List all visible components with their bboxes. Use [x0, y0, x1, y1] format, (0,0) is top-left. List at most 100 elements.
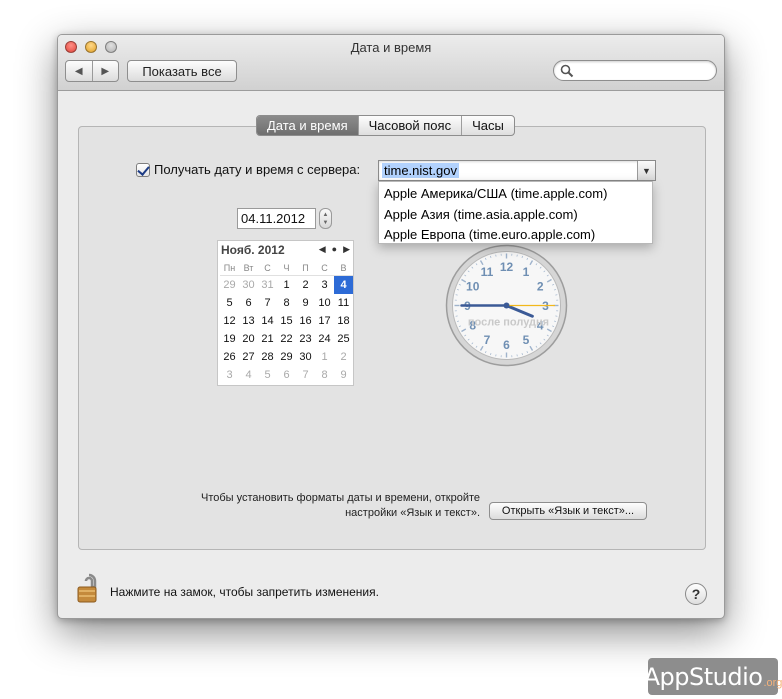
calendar-day[interactable]: 5: [258, 366, 277, 384]
clock-period-label: после полудня: [468, 317, 549, 329]
calendar-day[interactable]: 20: [239, 330, 258, 348]
open-language-text-button[interactable]: Открыть «Язык и текст»...: [489, 502, 647, 520]
calendar-day[interactable]: 1: [277, 276, 296, 294]
calendar-day[interactable]: 28: [258, 348, 277, 366]
calendar-day[interactable]: 25: [334, 330, 353, 348]
calendar-day[interactable]: 21: [258, 330, 277, 348]
weekday-header: В: [334, 260, 353, 276]
calendar-day[interactable]: 7: [258, 294, 277, 312]
calendar-day[interactable]: 8: [277, 294, 296, 312]
server-sync-checkbox[interactable]: [136, 162, 150, 177]
calendar-day[interactable]: 29: [220, 276, 239, 294]
calendar-day[interactable]: 2: [334, 348, 353, 366]
calendar-day[interactable]: 24: [315, 330, 334, 348]
next-month-icon[interactable]: ▶: [343, 244, 350, 255]
calendar-day[interactable]: 29: [277, 348, 296, 366]
calendar-day[interactable]: 27: [239, 348, 258, 366]
server-option[interactable]: Apple Европа (time.euro.apple.com): [379, 225, 652, 246]
calendar-day[interactable]: 14: [258, 312, 277, 330]
server-option[interactable]: Apple Америка/США (time.apple.com): [379, 184, 652, 205]
calendar-day[interactable]: 3: [315, 276, 334, 294]
clock-face: 121234567891011после полудня: [445, 244, 568, 367]
clock-number: 11: [481, 265, 494, 279]
weekday-header: С: [258, 260, 277, 276]
help-button[interactable]: ?: [685, 583, 707, 605]
back-forward-control: ◀ ▶: [65, 60, 119, 82]
preferences-window: Дата и время ◀ ▶ Показать все Дата и вре…: [57, 34, 725, 619]
calendar-day[interactable]: 7: [296, 366, 315, 384]
clock-number: 2: [537, 280, 544, 294]
tab-clock[interactable]: Часы: [462, 116, 514, 135]
calendar-day[interactable]: 9: [334, 366, 353, 384]
search-icon: [560, 64, 574, 78]
calendar-day[interactable]: 6: [239, 294, 258, 312]
tab-bar: Дата и время Часовой пояс Часы: [256, 115, 515, 136]
tab-date-time[interactable]: Дата и время: [257, 116, 359, 135]
calendar-day[interactable]: 22: [277, 330, 296, 348]
calendar-grid: Пн Вт С Ч П С В 29 30 31 1 2 3 4 5 6 7 8 9 10 11 12 13 14 15 16 17…: [220, 260, 353, 384]
server-option[interactable]: Apple Азия (time.asia.apple.com): [379, 205, 652, 226]
server-sync-label: Получать дату и время с сервера:: [154, 162, 361, 177]
calendar-nav: ◀ ● ▶: [319, 244, 350, 255]
date-stepper[interactable]: ▲ ▼: [319, 208, 332, 229]
time-server-value[interactable]: time.nist.gov: [382, 163, 459, 178]
calendar-day[interactable]: 16: [296, 312, 315, 330]
calendar-day[interactable]: 10: [315, 294, 334, 312]
date-field[interactable]: 04.11.2012: [237, 208, 316, 229]
calendar-day[interactable]: 18: [334, 312, 353, 330]
clock-number: 12: [500, 260, 514, 274]
calendar-day[interactable]: 6: [277, 366, 296, 384]
back-button[interactable]: ◀: [66, 61, 93, 81]
time-server-combobox[interactable]: time.nist.gov ▼: [378, 160, 656, 181]
window-title: Дата и время: [350, 40, 432, 55]
calendar-day[interactable]: 12: [220, 312, 239, 330]
forward-button[interactable]: ▶: [93, 61, 119, 81]
calendar-day[interactable]: 8: [315, 366, 334, 384]
lock-message: Нажмите на замок, чтобы запретить измене…: [110, 585, 379, 599]
today-icon[interactable]: ●: [332, 244, 337, 255]
calendar-day[interactable]: 30: [296, 348, 315, 366]
calendar-day[interactable]: 13: [239, 312, 258, 330]
calendar-day[interactable]: 23: [296, 330, 315, 348]
clock-number: 7: [484, 333, 491, 347]
previous-month-icon[interactable]: ◀: [319, 244, 326, 255]
analog-clock: 121234567891011после полудня: [444, 243, 569, 368]
dropdown-arrow-icon[interactable]: ▼: [637, 161, 655, 180]
watermark-brand: AppStudio: [643, 662, 763, 691]
format-hint-line: настройки «Язык и текст».: [345, 507, 480, 519]
calendar-day[interactable]: 1: [315, 348, 334, 366]
stepper-up-icon[interactable]: ▲: [323, 211, 329, 219]
weekday-header: Ч: [277, 260, 296, 276]
weekday-header: П: [296, 260, 315, 276]
time-server-dropdown: Apple Америка/США (time.apple.com) Apple…: [378, 181, 653, 244]
tab-time-zone[interactable]: Часовой пояс: [359, 116, 463, 135]
calendar-day[interactable]: 4: [239, 366, 258, 384]
show-all-button[interactable]: Показать все: [127, 60, 237, 82]
clock-center: [503, 302, 510, 309]
calendar-day[interactable]: 9: [296, 294, 315, 312]
calendar-day[interactable]: 11: [334, 294, 353, 312]
calendar-day[interactable]: 19: [220, 330, 239, 348]
calendar: Нояб. 2012 ◀ ● ▶ Пн Вт С Ч П С В 29 30 31 1 2 3 4 5 6 7 8…: [217, 240, 354, 386]
weekday-header: Пн: [220, 260, 239, 276]
title-bar: Дата и время ◀ ▶ Показать все: [58, 35, 724, 91]
calendar-day[interactable]: 26: [220, 348, 239, 366]
format-hint: Чтобы установить форматы даты и времени,…: [150, 491, 480, 521]
weekday-header: С: [315, 260, 334, 276]
server-sync-row: Получать дату и время с сервера:: [136, 162, 360, 177]
calendar-day-selected[interactable]: 4: [334, 276, 353, 294]
calendar-day[interactable]: 31: [258, 276, 277, 294]
calendar-day[interactable]: 3: [220, 366, 239, 384]
clock-number: 6: [503, 338, 510, 352]
clock-number: 1: [523, 265, 530, 279]
clock-number: 5: [523, 333, 530, 347]
calendar-day[interactable]: 17: [315, 312, 334, 330]
search-input[interactable]: [553, 60, 717, 81]
calendar-day[interactable]: 2: [296, 276, 315, 294]
calendar-day[interactable]: 15: [277, 312, 296, 330]
stepper-down-icon[interactable]: ▼: [323, 219, 329, 227]
calendar-day[interactable]: 5: [220, 294, 239, 312]
lock-icon[interactable]: [77, 572, 101, 604]
calendar-day[interactable]: 30: [239, 276, 258, 294]
clock-number: 10: [466, 280, 480, 294]
